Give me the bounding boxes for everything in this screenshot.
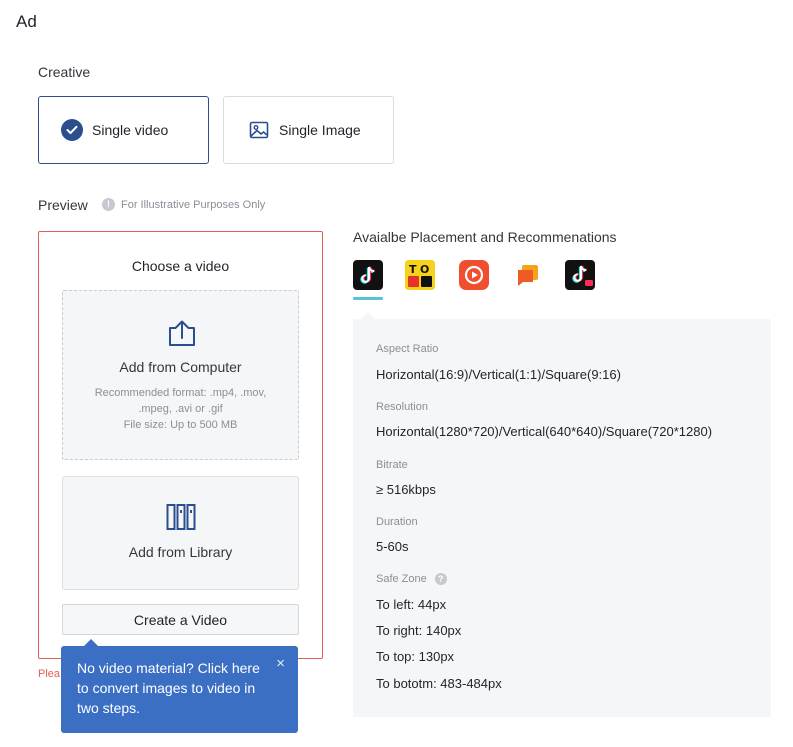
creative-label: Creative bbox=[38, 64, 91, 80]
safe-bottom-value: To bototm: 483-484px bbox=[376, 676, 502, 691]
babe-icon[interactable] bbox=[513, 260, 543, 290]
single-video-label: Single video bbox=[92, 122, 169, 138]
single-image-label: Single Image bbox=[279, 122, 361, 138]
create-video-button[interactable]: Create a Video bbox=[62, 604, 299, 635]
add-from-library-label: Add from Library bbox=[128, 544, 233, 560]
tiktok-lite-icon[interactable] bbox=[565, 260, 595, 290]
check-icon bbox=[61, 119, 83, 141]
error-text: Plea bbox=[38, 668, 61, 680]
tooltip-text: No video material? Click here to convert… bbox=[77, 660, 260, 716]
bitrate-value: ≥ 516kbps bbox=[376, 482, 436, 497]
svg-text:T: T bbox=[409, 263, 417, 276]
upload-icon bbox=[166, 319, 198, 347]
info-icon: ! bbox=[102, 198, 115, 211]
resolution-label: Resolution bbox=[376, 401, 428, 413]
choose-video-title: Choose a video bbox=[131, 258, 230, 274]
add-from-library-box[interactable]: Add from Library bbox=[62, 476, 299, 590]
add-from-computer-dropzone[interactable]: Add from Computer Recommended format: .m… bbox=[62, 290, 299, 460]
recommended-format-text: Recommended format: .mp4, .mov, .mpeg, .… bbox=[63, 385, 298, 433]
selected-placement-underline bbox=[353, 297, 383, 300]
page-title: Ad bbox=[16, 12, 37, 31]
aspect-ratio-label: Aspect Ratio bbox=[376, 343, 439, 355]
create-video-tooltip: No video material? Click here to convert… bbox=[61, 639, 298, 733]
tiktok-icon[interactable] bbox=[353, 260, 383, 290]
safe-left-value: To left: 44px bbox=[376, 597, 447, 612]
file-size-text: File size: Up to 500 MB bbox=[123, 419, 238, 431]
safe-top-value: To top: 130px bbox=[376, 649, 455, 664]
preview-note: For Illustrative Purposes Only bbox=[121, 199, 266, 211]
bitrate-label: Bitrate bbox=[376, 459, 408, 471]
spec-panel: Aspect Ratio Horizontal(16:9)/Vertical(1… bbox=[353, 312, 771, 717]
format-line-2: .mpeg, .avi or .gif bbox=[138, 403, 223, 415]
preview-label: Preview bbox=[38, 197, 88, 213]
safe-right-value: To right: 140px bbox=[376, 623, 462, 638]
svg-text:O: O bbox=[420, 263, 429, 276]
single-image-option[interactable]: Single Image bbox=[223, 96, 394, 164]
placement-title: Avaialbe Placement and Recommenations bbox=[353, 229, 617, 245]
placement-icons: T O bbox=[353, 260, 653, 300]
aspect-ratio-value: Horizontal(16:9)/Vertical(1:1)/Square(9:… bbox=[376, 367, 621, 382]
duration-label: Duration bbox=[376, 516, 418, 528]
format-line-1: Recommended format: .mp4, .mov, bbox=[94, 387, 267, 399]
choose-video-panel: Choose a video Add from Computer Recomme… bbox=[38, 231, 323, 659]
close-icon[interactable]: × bbox=[276, 655, 285, 672]
add-from-computer-label: Add from Computer bbox=[119, 359, 242, 375]
vigo-icon[interactable] bbox=[459, 260, 489, 290]
resolution-value: Horizontal(1280*720)/Vertical(640*640)/S… bbox=[376, 424, 713, 439]
library-icon bbox=[166, 503, 196, 531]
safe-zone-label: Safe Zone bbox=[376, 573, 427, 585]
single-video-option[interactable]: Single video bbox=[38, 96, 209, 164]
help-icon[interactable]: ? bbox=[434, 573, 447, 585]
safe-zone-heading: Safe Zone? bbox=[376, 573, 447, 585]
topbuzz-icon[interactable]: T O bbox=[405, 260, 435, 290]
duration-value: 5-60s bbox=[376, 539, 409, 554]
image-icon bbox=[249, 120, 269, 140]
